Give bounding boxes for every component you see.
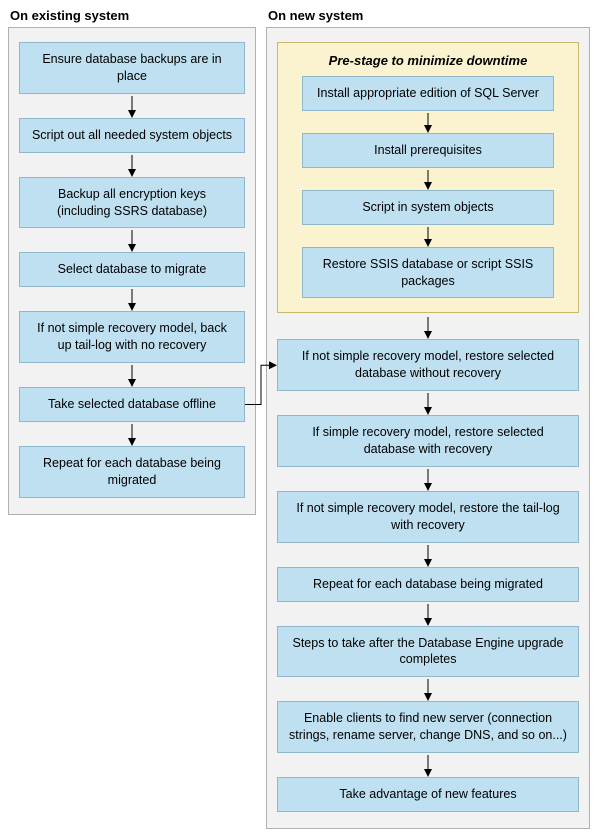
- prestage-flow: Install appropriate edition of SQL Serve…: [288, 76, 568, 298]
- arrow-down-icon: [19, 287, 245, 311]
- step-box: Select database to migrate: [19, 252, 245, 287]
- arrow-down-icon: [288, 111, 568, 133]
- arrow-down-icon: [19, 422, 245, 446]
- arrow-down-icon: [277, 753, 579, 777]
- left-column: On existing system Ensure database backu…: [8, 8, 256, 515]
- step-box: If not simple recovery model, back up ta…: [19, 311, 245, 363]
- arrow-down-icon: [19, 94, 245, 118]
- step-box: Restore SSIS database or script SSIS pac…: [302, 247, 554, 299]
- arrow-down-icon: [277, 677, 579, 701]
- step-box: Enable clients to find new server (conne…: [277, 701, 579, 753]
- arrow-down-icon: [277, 315, 579, 339]
- right-column: On new system Pre-stage to minimize down…: [266, 8, 590, 829]
- step-box: If not simple recovery model, restore th…: [277, 491, 579, 543]
- step-box: Install prerequisites: [302, 133, 554, 168]
- step-box: Repeat for each database being migrated: [277, 567, 579, 602]
- arrow-down-icon: [19, 228, 245, 252]
- step-box-take-offline: Take selected database offline: [19, 387, 245, 422]
- right-header: On new system: [266, 8, 590, 23]
- prestage-title: Pre-stage to minimize downtime: [288, 53, 568, 68]
- step-box: Backup all encryption keys (including SS…: [19, 177, 245, 229]
- right-flow: If not simple recovery model, restore se…: [277, 339, 579, 812]
- arrow-down-icon: [19, 363, 245, 387]
- step-box: Steps to take after the Database Engine …: [277, 626, 579, 678]
- arrow-down-icon: [277, 602, 579, 626]
- step-box: Repeat for each database being migrated: [19, 446, 245, 498]
- right-panel: Pre-stage to minimize downtime Install a…: [266, 27, 590, 829]
- prestage-panel: Pre-stage to minimize downtime Install a…: [277, 42, 579, 313]
- step-box: If simple recovery model, restore select…: [277, 415, 579, 467]
- step-box: Ensure database backups are in place: [19, 42, 245, 94]
- columns-container: On existing system Ensure database backu…: [8, 8, 592, 829]
- left-panel: Ensure database backups are in place Scr…: [8, 27, 256, 515]
- diagram-root: On existing system Ensure database backu…: [8, 8, 592, 829]
- arrow-down-icon: [277, 391, 579, 415]
- arrow-down-icon: [277, 467, 579, 491]
- arrow-down-icon: [277, 543, 579, 567]
- step-box-restore-norecovery: If not simple recovery model, restore se…: [277, 339, 579, 391]
- left-header: On existing system: [8, 8, 256, 23]
- arrow-down-icon: [288, 225, 568, 247]
- step-box: Script in system objects: [302, 190, 554, 225]
- arrow-down-icon: [19, 153, 245, 177]
- left-flow: Ensure database backups are in place Scr…: [19, 42, 245, 498]
- step-box: Take advantage of new features: [277, 777, 579, 812]
- arrow-down-icon: [288, 168, 568, 190]
- step-box: Install appropriate edition of SQL Serve…: [302, 76, 554, 111]
- step-box: Script out all needed system objects: [19, 118, 245, 153]
